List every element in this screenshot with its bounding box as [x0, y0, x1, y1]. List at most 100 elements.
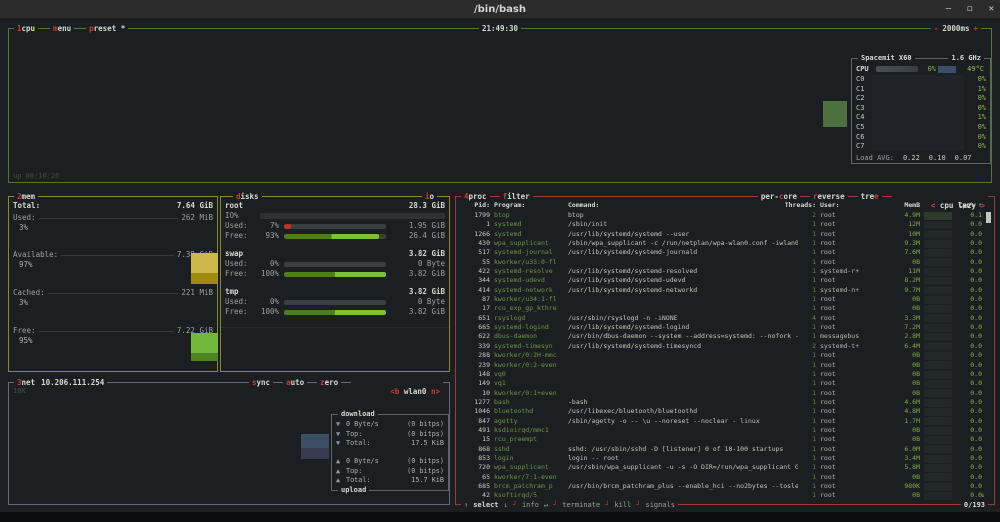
process-row[interactable]: 239kworker/0:2-even1root0B0.0: [456, 361, 988, 370]
cpu-total-meter: [876, 66, 918, 72]
process-row[interactable]: 422systemd-resolve/usr/lib/systemd/syste…: [456, 267, 988, 276]
tab-proc[interactable]: 4proc: [461, 192, 490, 201]
interval-decrease-button[interactable]: -: [934, 24, 939, 33]
select-up-icon[interactable]: ↑: [464, 501, 468, 509]
user-cell: root: [820, 304, 872, 313]
process-row[interactable]: 853loginlogin -- root1root3.4M0.0: [456, 454, 988, 463]
process-row[interactable]: 148vq01root0B0.0: [456, 370, 988, 379]
process-row[interactable]: 1799btopbtop2root4.9M0.1: [456, 211, 988, 220]
header-pid[interactable]: Pid:: [474, 201, 490, 210]
mem-cell: 3.3M: [876, 314, 920, 323]
process-table: 1799btopbtop2root4.9M0.11systemd/sbin/in…: [456, 211, 988, 501]
header-memb[interactable]: MemB: [904, 201, 920, 210]
disk-free-percent: 93%: [255, 231, 279, 241]
process-row[interactable]: 685brcm_patchram_p/usr/bin/brcm_patchram…: [456, 482, 988, 491]
process-row[interactable]: 55kworker/u33:0-fl1root0B0.0: [456, 258, 988, 267]
disk-size: 3.82 GiB: [409, 287, 445, 297]
process-row[interactable]: 42ksoftirqd/51root0B0.0: [456, 491, 988, 500]
mem-cell: 0B: [876, 435, 920, 444]
command-cell: /usr/bin/brcm_patchram_plus --enable_hci…: [568, 482, 798, 491]
command-cell: btop: [568, 211, 798, 220]
user-cell: root: [820, 220, 872, 229]
process-row[interactable]: 65kworker/7:1-even1root0B0.0: [456, 473, 988, 482]
user-cell: root: [820, 398, 872, 407]
command-cell: /usr/lib/systemd/systemd-networkd: [568, 286, 798, 295]
interval-increase-button[interactable]: +: [973, 24, 978, 33]
process-scrollbar[interactable]: [986, 212, 991, 223]
process-row[interactable]: 720wpa_supplicant/usr/sbin/wpa_supplican…: [456, 463, 988, 472]
window-close-button[interactable]: ✕: [989, 4, 994, 14]
process-row[interactable]: 1046bluetoothd/usr/libexec/bluetooth/blu…: [456, 407, 988, 416]
header-cpu[interactable]: Cpu% ↑: [959, 201, 983, 210]
mem-cell: 9.3M: [876, 239, 920, 248]
mem-cell: 4.8M: [876, 407, 920, 416]
net-sync-button[interactable]: sync: [249, 378, 273, 405]
process-row[interactable]: 414systemd-network/usr/lib/systemd/syste…: [456, 286, 988, 295]
threads-cell: 1: [802, 463, 816, 472]
footer-terminate-button[interactable]: terminate: [562, 501, 600, 509]
tab-cpu[interactable]: 1cpu: [14, 24, 38, 33]
process-row[interactable]: 288kworker/0:2H-mmc1root0B0.0: [456, 351, 988, 360]
pid-cell: 1799: [460, 211, 490, 220]
process-row[interactable]: 1266systemd/usr/lib/systemd/systemd --us…: [456, 230, 988, 239]
cpu-cell: 0.0: [956, 248, 982, 257]
tab-mem[interactable]: 2mem: [14, 192, 38, 201]
cpu-cell: 0.0: [956, 389, 982, 398]
io-toggle-button[interactable]: io: [422, 192, 437, 201]
process-row[interactable]: 847agetty/sbin/agetty -o -- \u --noreset…: [456, 417, 988, 426]
core-percent: 0%: [978, 104, 986, 113]
cpu-total-percent: 0%: [920, 65, 936, 73]
footer-kill-button[interactable]: kill: [614, 501, 631, 509]
process-row[interactable]: 622dbus-daemon/usr/bin/dbus-daemon --sys…: [456, 332, 988, 341]
pid-cell: 339: [460, 342, 490, 351]
program-cell: brcm_patchram_p: [494, 482, 564, 491]
process-row[interactable]: 1277bash-bash1root4.6M0.0: [456, 398, 988, 407]
process-row[interactable]: 430wpa_supplicant/sbin/wpa_supplicant -c…: [456, 239, 988, 248]
pid-cell: 15: [460, 435, 490, 444]
tab-net[interactable]: 3net: [17, 378, 35, 387]
program-cell: kworker/0:2H-mmc: [494, 351, 564, 360]
cpu-cell: 0.0: [956, 473, 982, 482]
preset-button[interactable]: preset *: [86, 24, 128, 33]
label-text: uto: [291, 378, 305, 387]
process-row[interactable]: 1systemd/sbin/init1root12M0.0: [456, 220, 988, 229]
process-row[interactable]: 87kworker/u34:1-fl1root0B0.0: [456, 295, 988, 304]
net-zero-button[interactable]: zero: [317, 378, 341, 405]
mem-cell: 0B: [876, 295, 920, 304]
window-maximize-button[interactable]: ◻: [967, 4, 972, 14]
iface-prev-icon[interactable]: <b: [390, 387, 399, 396]
net-stat-label: Total:: [346, 476, 411, 486]
footer-signals-button[interactable]: signals: [645, 501, 675, 509]
process-row[interactable]: 339systemd-timesyn/usr/lib/systemd/syste…: [456, 342, 988, 351]
net-auto-button[interactable]: auto: [283, 378, 307, 405]
net-stat-value: 15.7 KiB: [411, 476, 444, 486]
scroll-down-icon[interactable]: ↓: [981, 491, 985, 499]
filter-button[interactable]: filter: [500, 192, 533, 201]
pid-cell: 1266: [460, 230, 490, 239]
process-row[interactable]: 17rcu_exp_gp_kthre1root0B0.0: [456, 304, 988, 313]
menu-button[interactable]: menu: [50, 24, 74, 33]
process-row[interactable]: 651rsyslogd/usr/sbin/rsyslogd -n -iNONE4…: [456, 314, 988, 323]
header-user[interactable]: User:: [820, 201, 872, 210]
process-row[interactable]: 149vq11root0B0.0: [456, 379, 988, 388]
program-cell: kworker/0:1+even: [494, 389, 564, 398]
core-percent: 1%: [978, 113, 986, 122]
window-minimize-button[interactable]: –: [946, 4, 951, 14]
process-row[interactable]: 344systemd-udevd/usr/lib/systemd/systemd…: [456, 276, 988, 285]
net-interface-switcher[interactable]: <b wlan0 n>: [351, 378, 443, 405]
header-command[interactable]: Command:: [568, 201, 798, 210]
update-interval: - 2000ms +: [931, 24, 981, 33]
process-row[interactable]: 517systemd-journal/usr/lib/systemd/syste…: [456, 248, 988, 257]
process-row[interactable]: 10kworker/0:1+even1root0B0.0: [456, 389, 988, 398]
mem-cell: 0B: [876, 351, 920, 360]
header-threads[interactable]: Threads:: [785, 201, 816, 210]
process-row[interactable]: 491ksdioirqd/mmc11root0B0.0: [456, 426, 988, 435]
process-box: 4proc filter per-core reverse tree < cpu…: [455, 196, 995, 505]
process-row[interactable]: 868sshdsshd: /usr/sbin/sshd -D [listener…: [456, 445, 988, 454]
select-down-icon[interactable]: ↓: [504, 501, 508, 509]
iface-next-icon[interactable]: n>: [431, 387, 440, 396]
process-row[interactable]: 15rcu_preempt1root0B0.0: [456, 435, 988, 444]
footer-info-button[interactable]: info: [522, 501, 539, 509]
process-row[interactable]: 665systemd-logind/usr/lib/systemd/system…: [456, 323, 988, 332]
header-program[interactable]: Program:: [494, 201, 564, 210]
